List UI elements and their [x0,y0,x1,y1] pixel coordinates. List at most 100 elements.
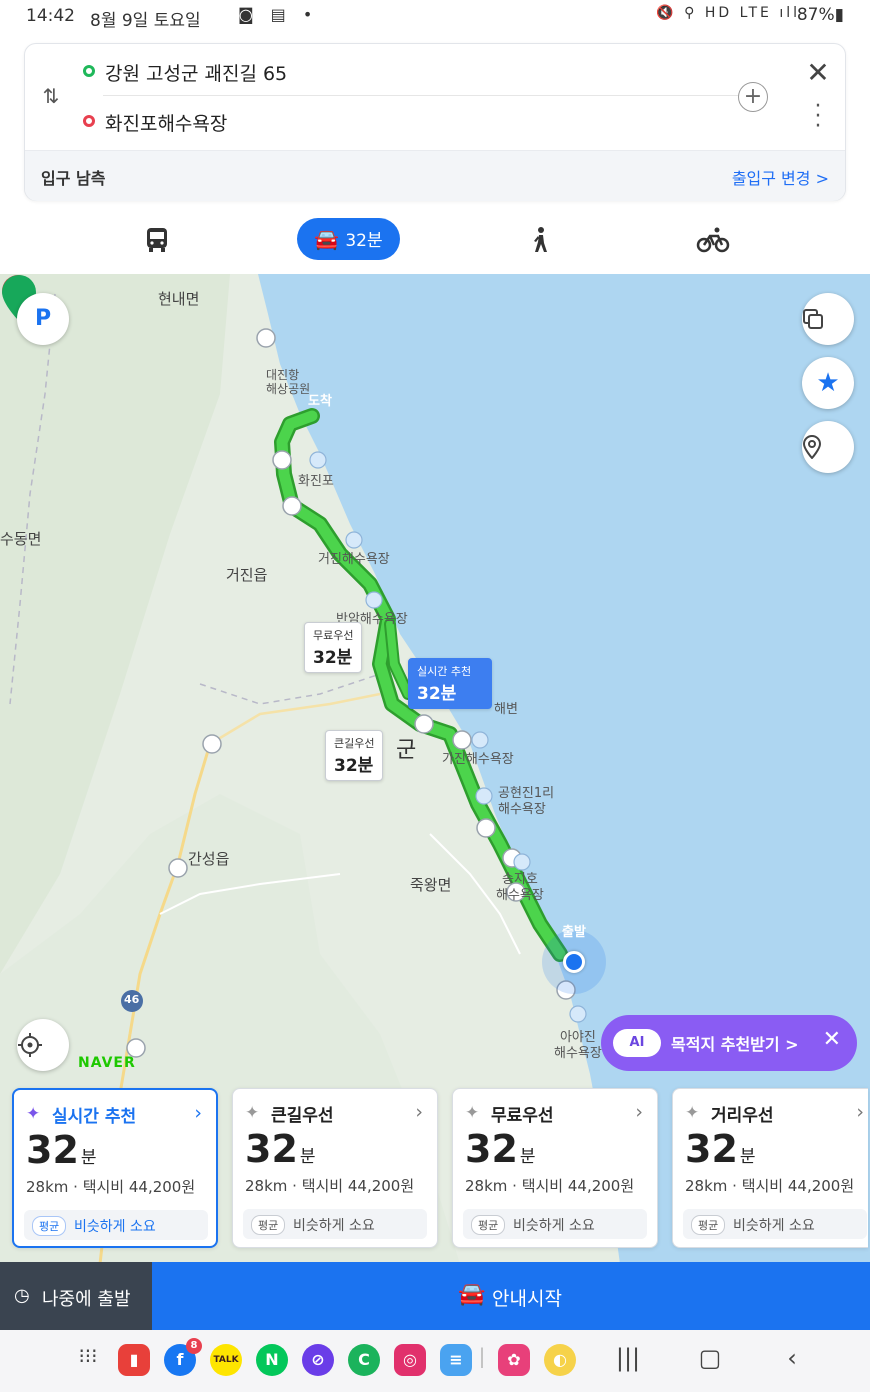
route-box-realtime-time: 32분 [417,684,457,704]
walk-mode-tab[interactable] [520,218,560,260]
map-label-songjiho: 송지호 해수욕장 [496,872,544,903]
instagram-app-icon[interactable]: ◎ [394,1344,426,1376]
entrance-label: 입구 남측 [41,169,106,188]
route-box-free[interactable]: 무료우선 32분 [304,622,363,673]
map-label-hwajinpo: 화진포 [298,474,334,489]
flower-app-icon[interactable]: ✿ [498,1344,530,1376]
route-card-title: 무료우선 [491,1106,554,1126]
entrance-change-link[interactable]: 출입구 변경 > [732,165,829,189]
chevron-right-icon: › [856,1101,864,1123]
ai-recommend-chip[interactable]: AI 목적지 추천받기 > ✕ [601,1015,857,1071]
route-card-title: 거리우선 [711,1106,774,1126]
car-time: 32분 [345,231,383,251]
road-46-shield: 46 [124,993,140,1006]
back-icon[interactable]: ‹ [776,1344,808,1372]
signal-icons: 🔇 ⚲ HD LTE ıll [656,5,800,21]
map-label-ayajin: 아야진 해수욕장 [554,1030,602,1061]
chevron-right-icon: › [635,1101,643,1123]
ai-chip-close-icon[interactable]: ✕ [823,1027,841,1052]
route-box-main-road[interactable]: 큰길우선 32분 [325,730,384,781]
destination-dot-icon [83,115,95,127]
route-card-footer: 평균 비슷하게 소요 [24,1210,208,1240]
action-bar: ◷ 나중에 출발 🚘 안내시작 [0,1262,870,1330]
parking-button[interactable]: P [17,293,69,345]
mail-app-icon[interactable]: ≡ [440,1344,472,1376]
route-box-free-time: 32분 [313,648,353,668]
swap-icon[interactable]: ⇅ [39,84,63,108]
entrance-bar: 입구 남측 출입구 변경 > [25,150,845,201]
route-card-distance[interactable]: ✦ 거리우선 › 32 분 28km · 택시비 44,200원 평균 비슷하게 … [672,1088,868,1248]
route-box-main-road-title: 큰길우선 [334,737,375,750]
route-box-main-road-time: 32분 [334,756,374,776]
route-card-main-road[interactable]: ✦ 큰길우선 › 32 분 28km · 택시비 44,200원 평균 비슷하게 … [232,1088,438,1248]
favorite-star-icon[interactable]: ★ [802,357,854,409]
destination-field[interactable]: 화진포해수욕장 [105,109,227,136]
route-card-realtime[interactable]: ✦ 실시간 추천 › 32 분 28km · 택시비 44,200원 평균 비슷하… [12,1088,218,1248]
map-label-haebyeon: 해변 [494,702,518,717]
add-waypoint-button[interactable]: + [738,82,768,112]
chevron-right-icon: › [415,1101,423,1123]
my-location-icon[interactable] [17,1019,69,1071]
home-icon[interactable]: ▢ [694,1344,726,1372]
map-label-jugwang: 죽왕면 [410,876,452,894]
app-grid-icon[interactable]: ⁝⁝⁝ [72,1344,104,1368]
sparkle-icon: ✦ [685,1103,700,1123]
car-mode-tab[interactable]: 🚘 32분 [297,218,400,260]
route-card-note: 비슷하게 소요 [733,1218,815,1234]
bike-mode-tab[interactable] [690,218,736,260]
route-card-time: 32 분 [26,1128,97,1172]
status-time: 14:42 [26,6,75,26]
avg-badge: 평균 [471,1215,506,1235]
bus-mode-tab[interactable] [136,218,178,260]
naver-logo: NAVER [78,1055,136,1071]
transport-mode-tabs: 🚘 32분 [0,210,870,274]
route-box-realtime-title: 실시간 추천 [417,665,472,678]
kakaotalk-app-icon[interactable]: TALK [210,1344,242,1376]
misc-app-icon[interactable]: ◐ [544,1344,576,1376]
depart-later-button[interactable]: ◷ 나중에 출발 [0,1262,152,1330]
route-box-free-title: 무료우선 [313,629,354,642]
car-icon: 🚘 [458,1282,486,1307]
route-card-footer: 평균 비슷하게 소요 [683,1209,867,1239]
kakao-c-app-icon[interactable]: C [348,1344,380,1376]
route-card-footer: 평균 비슷하게 소요 [243,1209,427,1239]
facebook-app-icon[interactable]: f8 [164,1338,202,1376]
ai-recommend-label: 목적지 추천받기 > [671,1035,799,1054]
ai-sparkle-icon: ✦ [26,1104,41,1124]
route-card-note: 비슷하게 소요 [74,1219,156,1235]
more-options-icon[interactable]: · · · [805,96,831,138]
map-label-geojin-beach: 거진해수욕장 [318,552,390,567]
depart-later-label: 나중에 출발 [42,1289,131,1310]
browser-app-icon[interactable]: ⊘ [302,1344,334,1376]
origin-dot-icon [83,65,95,77]
map-label-geojin: 거진읍 [226,566,268,584]
map-label-sudong: 수동면 [0,530,42,548]
map-label-hyeonnae: 현내면 [158,290,200,308]
route-card-note: 비슷하게 소요 [293,1218,375,1234]
origin-field[interactable]: 강원 고성군 괘진길 65 [105,59,287,86]
route-card-time: 32 분 [465,1127,536,1171]
car-icon: 🚘 [314,227,340,251]
sparkle-icon: ✦ [245,1103,260,1123]
start-pin-label: 출발 [562,925,586,940]
start-navigation-label: 안내시작 [492,1288,562,1310]
location-pin-icon[interactable] [802,421,854,473]
memo-app-icon[interactable]: ▮ [118,1344,150,1376]
route-card-free[interactable]: ✦ 무료우선 › 32 분 28km · 택시비 44,200원 평균 비슷하게 … [452,1088,658,1248]
arrival-pin-label: 도착 [308,394,332,409]
route-card-time: 32 분 [245,1127,316,1171]
route-card-note: 비슷하게 소요 [513,1218,595,1234]
recent-apps-icon[interactable]: ||| [612,1344,644,1372]
route-card-time: 32 분 [685,1127,756,1171]
chevron-right-icon: › [194,1102,202,1124]
route-box-realtime[interactable]: 실시간 추천 32분 [408,658,492,709]
route-card-title: 큰길우선 [271,1106,334,1126]
naver-app-icon[interactable]: N [256,1344,288,1376]
app-dock: ⁝⁝⁝ ▮ f8 TALK N ⊘ C ◎ ≡ | ✿ ◐ ||| ▢ ‹ [0,1330,870,1392]
route-options: ✦ 실시간 추천 › 32 분 28km · 택시비 44,200원 평균 비슷하… [0,1086,870,1252]
start-navigation-button[interactable]: 🚘 안내시작 [152,1262,870,1330]
ai-badge: AI [613,1029,661,1057]
map-label-gonghyeon: 공현진1리 해수욕장 [498,786,555,817]
close-icon[interactable]: ✕ [803,58,833,88]
layers-icon[interactable] [802,293,854,345]
